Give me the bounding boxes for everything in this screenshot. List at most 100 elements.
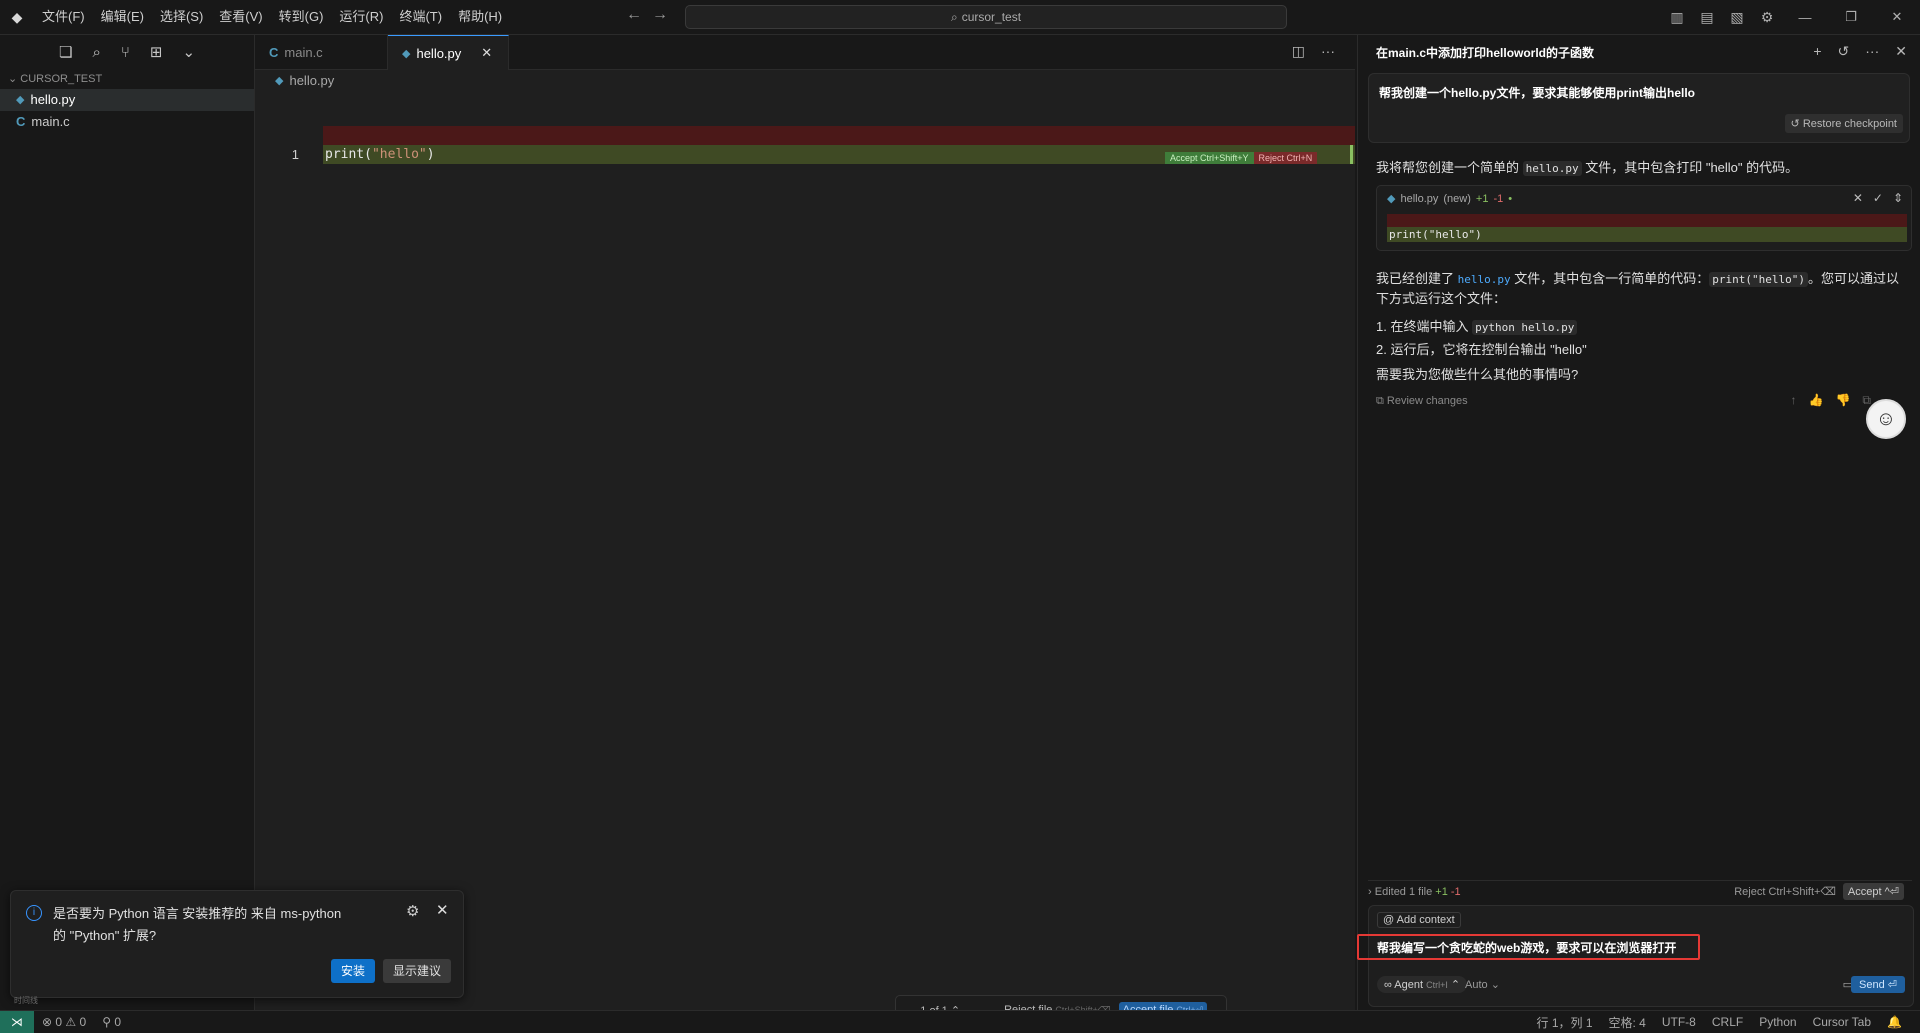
c-file-icon: C [16,114,26,129]
add-context-label: Add context [1396,914,1455,926]
chat-header-actions: + ↺ ··· ✕ [1813,43,1907,60]
language-mode[interactable]: Python [1751,1015,1804,1029]
editor-actions: ◫ ··· [1292,43,1335,60]
reject-all-button[interactable]: Reject Ctrl+Shift+⌫ [1734,885,1836,898]
toggle-sidebar-icon[interactable]: ▥ [1662,9,1692,26]
c-file-icon: C [269,44,279,60]
inline-accept-button[interactable]: Accept Ctrl+Shift+Y [1165,152,1254,164]
menu-go[interactable]: 转到(G) [271,0,332,34]
menu-edit[interactable]: 编辑(E) [93,0,152,34]
inline-code: hello.py [1522,161,1582,176]
thumbs-up-icon[interactable]: 👍 [1809,393,1824,408]
review-changes-link[interactable]: ⧉ Review changes [1376,395,1468,408]
agent-mode-button[interactable]: ∞ Agent Ctrl+I ⌃ [1377,976,1468,993]
accept-check-icon[interactable]: ✓ [1873,191,1883,205]
file-item-hello-py[interactable]: ◆ hello.py [0,89,254,111]
reject-icon[interactable]: ✕ [1853,191,1863,205]
split-editor-icon[interactable]: ◫ [1292,43,1305,60]
reply-text: 文件，其中包含打印 "hello" 的代码。 [1581,160,1799,175]
chevron-right-icon[interactable]: › [1368,886,1375,898]
chevron-down-icon: ⌄ [8,73,21,85]
python-file-icon: ◆ [275,75,284,87]
tab-hello-py[interactable]: ◆ hello.py ✕ [388,35,509,70]
accept-all-button[interactable]: Accept ^⏎ [1842,883,1904,900]
close-icon[interactable]: ✕ [1895,43,1907,60]
forward-arrow-icon[interactable]: → [652,6,668,24]
folder-name: CURSOR_TEST [20,73,103,85]
problems-indicator[interactable]: ⊗ 0 ⚠ 0 [34,1015,94,1029]
toggle-panel-icon[interactable]: ▤ [1692,9,1722,26]
command-center-search[interactable]: ⌕ cursor_test [685,5,1287,29]
explorer-icon[interactable]: ❏ [59,43,72,61]
diff-deleted-line [323,126,1355,145]
source-control-icon[interactable]: ⑂ [121,44,130,61]
menu-run[interactable]: 运行(R) [331,0,391,34]
notifications-bell-icon[interactable]: 🔔 [1879,1015,1910,1029]
restore-icon[interactable]: ❐ [1828,9,1874,25]
extensions-icon[interactable]: ⊞ [150,43,163,61]
close-window-icon[interactable]: ✕ [1874,9,1920,25]
close-tab-icon[interactable]: ✕ [481,45,492,61]
file-link[interactable]: hello.py [1458,273,1511,286]
chat-title[interactable]: 在main.c中添加打印helloworld的子函数 [1376,44,1594,61]
encoding[interactable]: UTF-8 [1654,1015,1704,1029]
info-icon: i [26,905,42,921]
settings-gear-icon[interactable]: ⚙ [1752,9,1782,26]
menu-file[interactable]: 文件(F) [34,0,93,34]
cursor-position[interactable]: 行 1，列 1 [1528,1014,1600,1031]
history-icon[interactable]: ↺ [1838,43,1850,60]
search-view-icon[interactable]: ⌕ [92,44,100,61]
more-actions-icon[interactable]: ··· [1865,43,1879,60]
chevron-down-icon[interactable]: ⌄ [182,43,195,61]
edited-label[interactable]: Edited 1 file [1375,886,1432,898]
show-suggestions-button[interactable]: 显示建议 [383,959,451,983]
reply-text: 文件，其中包含一行简单的代码： [1510,271,1710,286]
search-label: cursor_test [961,10,1022,24]
cursor-tab-status[interactable]: Cursor Tab [1805,1015,1879,1029]
user-message-bubble[interactable]: 帮我创建一个hello.py文件，要求其能够使用print输出hello ↺ R… [1368,73,1910,143]
restore-checkpoint-button[interactable]: ↺ Restore checkpoint [1784,114,1903,133]
agent-shortcut: Ctrl+I [1426,980,1448,990]
nav-arrows: ← → [626,6,668,24]
arrow-up-icon[interactable]: ↑ [1791,393,1797,408]
status-bar-right: 行 1，列 1 空格: 4 UTF-8 CRLF Python Cursor T… [1528,1011,1910,1033]
file-name: hello.py [30,92,76,107]
explorer-folder-header[interactable]: ⌄ CURSOR_TEST [0,69,254,89]
menu-view[interactable]: 查看(V) [211,0,270,34]
line-ending[interactable]: CRLF [1704,1015,1751,1029]
toggle-secondary-sidebar-icon[interactable]: ▧ [1722,9,1752,26]
menu-selection[interactable]: 选择(S) [152,0,211,34]
add-context-button[interactable]: @ Add context [1377,912,1461,928]
ports-indicator[interactable]: ⚲ 0 [94,1015,129,1029]
indentation[interactable]: 空格: 4 [1601,1014,1654,1031]
send-button[interactable]: Send ⏎ [1851,976,1905,993]
inline-reject-button[interactable]: Reject Ctrl+N [1253,152,1318,164]
more-actions-icon[interactable]: ··· [1321,43,1335,60]
timeline-section[interactable]: 时间线 [14,995,38,1006]
status-bar: ⋊ ⊗ 0 ⚠ 0 ⚲ 0 行 1，列 1 空格: 4 UTF-8 CRLF P… [0,1010,1920,1033]
remote-indicator-icon[interactable]: ⋊ [0,1011,34,1033]
close-icon[interactable]: ✕ [436,901,449,919]
avatar[interactable]: ☺ [1866,399,1906,439]
back-arrow-icon[interactable]: ← [626,6,642,24]
model-select[interactable]: Auto ⌄ [1465,978,1500,991]
search-icon: ⌕ [950,9,958,24]
menu-terminal[interactable]: 终端(T) [391,0,450,34]
file-diff-card[interactable]: ◆ hello.py (new) +1 -1 • ✕ ✓ ⇕ print("he… [1376,185,1912,251]
breadcrumb-file[interactable]: hello.py [289,70,334,92]
thumbs-down-icon[interactable]: 👎 [1835,393,1850,408]
tab-main-c[interactable]: C main.c [255,35,388,69]
diff-removed: -1 [1493,192,1504,205]
menu-help[interactable]: 帮助(H) [450,0,510,34]
title-bar: ◆ 文件(F) 编辑(E) 选择(S) 查看(V) 转到(G) 运行(R) 终端… [0,0,1920,35]
chat-input[interactable]: 帮我编写一个贪吃蛇的web游戏，要求可以在浏览器打开 [1357,934,1700,960]
review-icon: ⧉ [1376,395,1387,407]
new-chat-icon[interactable]: + [1813,43,1821,60]
expand-icon[interactable]: ⇕ [1893,191,1903,205]
explorer-sidebar: ❏ ⌕ ⑂ ⊞ ⌄ ⌄ CURSOR_TEST ◆ hello.py C mai… [0,35,255,1010]
install-button[interactable]: 安装 [331,959,375,983]
message-feedback-actions: ↑ 👍 👎 ⧉ [1791,393,1871,408]
file-item-main-c[interactable]: C main.c [0,111,254,133]
gear-icon[interactable]: ⚙ [406,902,419,920]
minimize-icon[interactable]: — [1782,10,1828,25]
